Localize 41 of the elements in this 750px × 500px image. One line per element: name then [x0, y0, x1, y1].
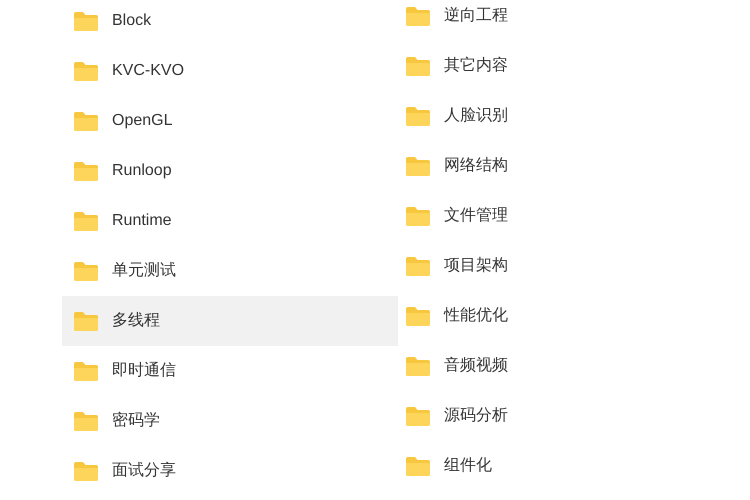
folder-icon [405, 456, 431, 476]
folder-icon [405, 6, 431, 26]
folder-icon [405, 406, 431, 426]
folder-icon [405, 256, 431, 276]
folder-name: Runloop [112, 161, 172, 181]
folder-icon [405, 106, 431, 126]
folder-row[interactable]: 多线程 [62, 296, 398, 346]
folder-name: 面试分享 [112, 460, 176, 481]
folder-icon [405, 306, 431, 326]
folder-name: 性能优化 [444, 306, 508, 326]
folder-icon [405, 56, 431, 76]
folder-icon [405, 206, 431, 226]
folder-name: Runtime [112, 211, 172, 231]
folder-icon [73, 60, 99, 82]
folder-name: 文件管理 [444, 206, 508, 226]
folder-icon [405, 156, 431, 176]
folder-icon [73, 10, 99, 32]
folder-icon [73, 260, 99, 282]
folder-name: 密码学 [112, 410, 160, 431]
folder-icon [73, 110, 99, 132]
folder-name: 人脸识别 [444, 106, 508, 126]
folder-name: 网络结构 [444, 156, 508, 176]
folder-icon [73, 360, 99, 382]
folder-name: 即时通信 [112, 360, 176, 381]
folder-name: 单元测试 [112, 260, 176, 281]
folder-icon [73, 410, 99, 432]
folder-name: 多线程 [112, 310, 160, 331]
folder-name: 音频视频 [444, 356, 508, 376]
folder-name: 其它内容 [444, 56, 508, 76]
folder-name: 项目架构 [444, 256, 508, 276]
folder-icon [73, 160, 99, 182]
folder-name: 源码分析 [444, 406, 508, 426]
folder-name: Block [112, 11, 152, 31]
folder-name: KVC-KVO [112, 61, 184, 81]
folder-name: 组件化 [444, 456, 492, 476]
folder-name: OpenGL [112, 111, 172, 131]
folder-icon [73, 310, 99, 332]
folder-icon [73, 460, 99, 482]
folder-name: 逆向工程 [444, 6, 508, 26]
folder-icon [73, 210, 99, 232]
folder-icon [405, 356, 431, 376]
